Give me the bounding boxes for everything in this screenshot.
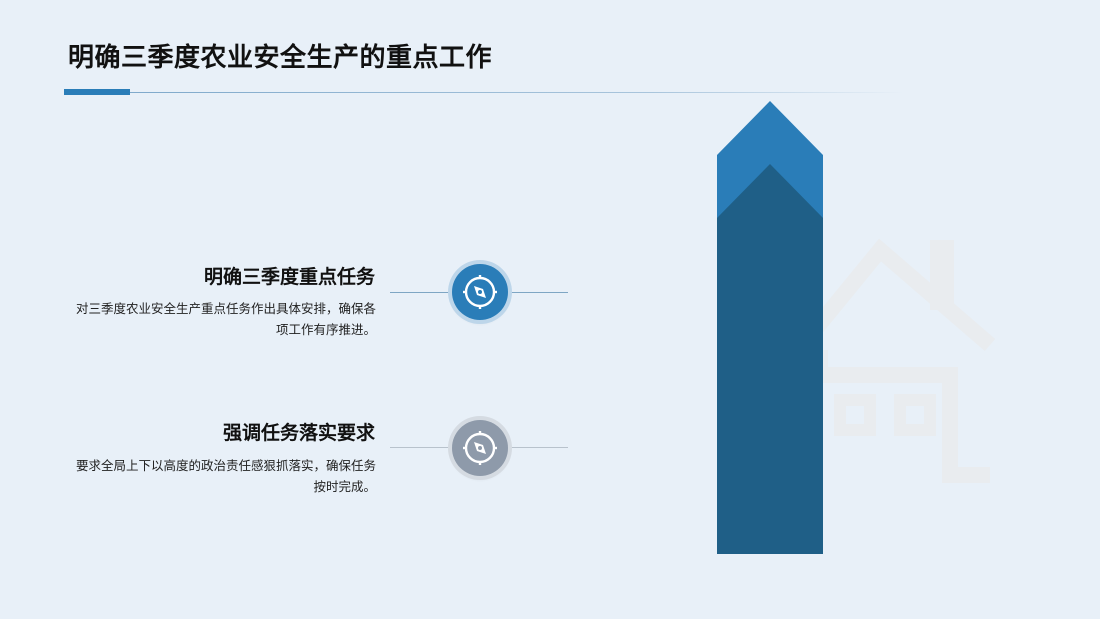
item-description: 要求全局上下以高度的政治责任感狠抓落实，确保任务按时完成。 <box>75 458 376 494</box>
slide: 明确三季度农业安全生产的重点工作 明确三季度重点任务 对三季度农业安全生产重点任… <box>0 0 1100 619</box>
compass-icon <box>452 420 508 476</box>
item-heading: 强调任务落实要求 <box>222 422 375 444</box>
page-title: 明确三季度农业安全生产的重点工作 <box>68 43 493 73</box>
title-accent-bar <box>64 89 130 95</box>
item-heading: 明确三季度重点任务 <box>203 266 375 288</box>
compass-icon <box>452 264 508 320</box>
item-description: 对三季度农业安全生产重点任务作出具体安排，确保各项工作有序推进。 <box>75 301 376 337</box>
upward-arrow-graphic <box>717 101 823 554</box>
title-divider <box>64 92 904 93</box>
